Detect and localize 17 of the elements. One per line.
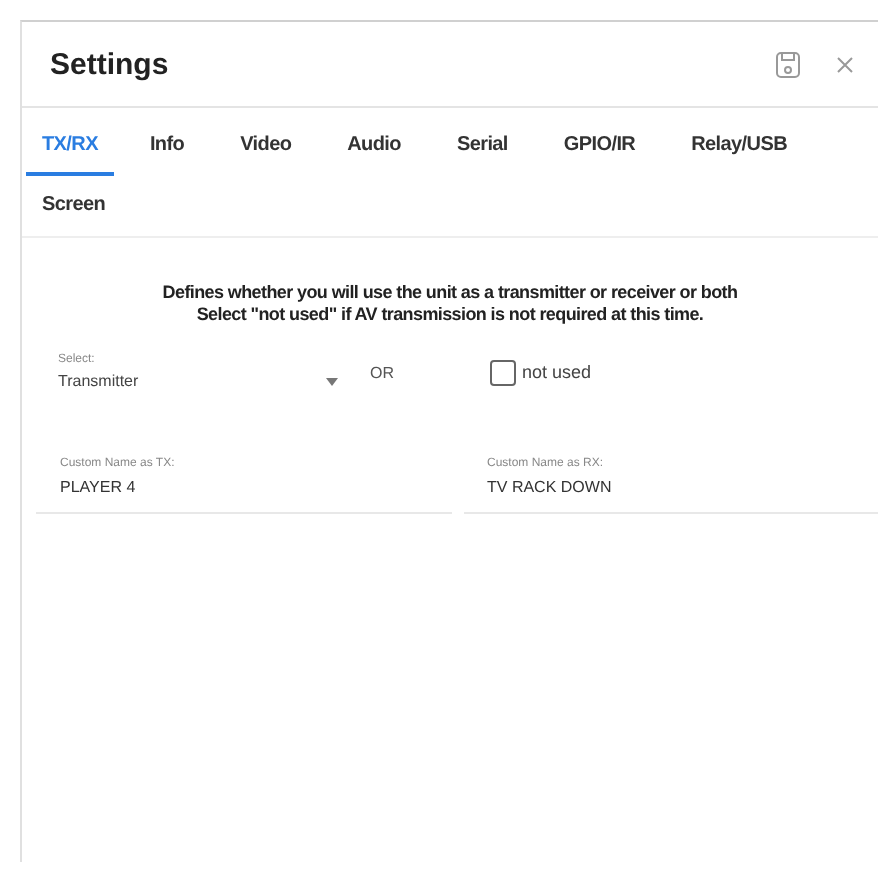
tab[interactable]: Info <box>133 116 201 176</box>
tab[interactable]: TX/RX <box>26 116 114 176</box>
close-icon[interactable] <box>836 55 854 73</box>
not-used-checkbox[interactable]: not used <box>490 359 592 385</box>
description-text: Select "not used" if AV transmission is not required at this time. <box>194 304 706 326</box>
mode-select[interactable]: Transmitter <box>58 366 338 390</box>
save-icon[interactable] <box>776 51 800 77</box>
or-label: OR <box>370 363 396 381</box>
tab[interactable]: Screen <box>26 176 122 236</box>
caret-icon <box>326 377 338 385</box>
description-text: Defines whether you will use the unit as a transmitter or receiver or both <box>160 282 740 304</box>
tab[interactable]: Audio <box>331 116 417 176</box>
tab[interactable]: Relay/USB <box>675 116 803 176</box>
tab[interactable]: GPIO/IR <box>547 116 652 176</box>
tab[interactable]: Serial <box>440 116 524 176</box>
tab[interactable]: Video <box>224 116 308 176</box>
window-title: Settings <box>50 47 171 81</box>
